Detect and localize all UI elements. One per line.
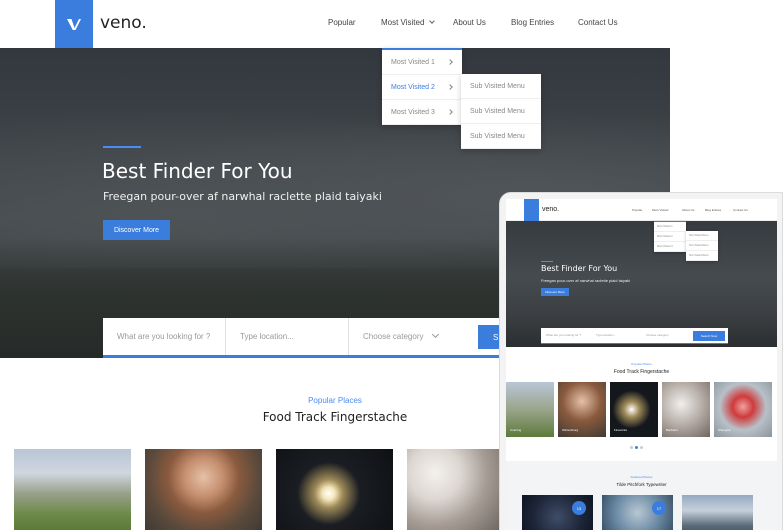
search-button[interactable]: S — [478, 325, 500, 349]
chevron-right-icon — [447, 84, 453, 90]
nav-most-visited-label: Most Visited — [381, 18, 425, 27]
mobile-featured-badge: 17 — [652, 501, 666, 515]
mobile-card-label: Bachelor — [666, 428, 678, 432]
mobile-submenu: Sub Visited Menu Sub Visited Menu Sub Vi… — [686, 231, 718, 261]
mobile-place-card: Bachelor — [662, 382, 710, 437]
mobile-search-keyword: What are you looking for ? — [546, 333, 582, 337]
submenu-item[interactable]: Sub Visited Menu — [461, 74, 541, 99]
chevron-down-icon — [432, 330, 440, 339]
mobile-featured-card: 17 — [602, 495, 673, 530]
mobile-place-card: Fireworks — [610, 382, 658, 437]
hero-subtitle: Freegan pour-over af narwhal raclette pl… — [103, 190, 382, 203]
sub-visited-menu: Sub Visited Menu Sub Visited Menu Sub Vi… — [461, 74, 541, 149]
nav-most-visited[interactable]: Most Visited — [381, 18, 436, 27]
mobile-featured-card: 13 — [522, 495, 593, 530]
mobile-search-location: Type location... — [596, 333, 617, 337]
mobile-search-category: Choose category — [646, 333, 669, 337]
place-card-fireworks[interactable] — [276, 449, 393, 530]
mobile-hero-accent-line — [541, 261, 553, 262]
place-card-portrait[interactable] — [145, 449, 262, 530]
brand-name: veno. — [100, 13, 147, 33]
hero-title: Best Finder For You — [102, 159, 293, 183]
mobile-discover-button: Discover More — [541, 288, 569, 296]
carousel-dot — [640, 446, 643, 449]
dropdown-item-label: Most Visited 2 — [391, 83, 435, 91]
most-visited-dropdown: Most Visited 1 Most Visited 2 Most Visit… — [382, 48, 462, 125]
mobile-card-label: Shanghai — [718, 428, 731, 432]
submenu-item[interactable]: Sub Visited Menu — [461, 124, 541, 149]
mobile-carousel-dots — [630, 446, 643, 449]
mobile-popular-title: Food Track Fingerstache — [613, 369, 670, 375]
mobile-navbar: veno. Popular Most Visited About Us Blog… — [506, 199, 777, 221]
mobile-featured-badge: 13 — [572, 501, 586, 515]
dropdown-item-2[interactable]: Most Visited 2 — [382, 75, 462, 100]
navbar: veno. Popular Most Visited About Us Blog… — [0, 0, 670, 48]
logo[interactable] — [55, 0, 93, 48]
place-card-balloons[interactable] — [407, 449, 500, 530]
mobile-place-card: Wintersburg — [558, 382, 606, 437]
mobile-card-label: Fireworks — [614, 428, 628, 432]
discover-more-button[interactable]: Discover More — [103, 220, 170, 240]
mobile-nav-item: About Us — [682, 208, 695, 212]
mobile-featured-title: Tilde Pitchfork Typewriter — [616, 482, 667, 487]
mobile-place-card: Coloring — [506, 382, 554, 437]
mobile-dropdown-item: Most Visited 2 — [654, 232, 686, 242]
mobile-featured-card — [682, 495, 753, 530]
device-screen: veno. Popular Most Visited About Us Blog… — [506, 199, 777, 530]
mobile-dropdown-item: Most Visited 1 — [654, 222, 686, 232]
search-bar: What are you looking for ? Type location… — [103, 318, 500, 358]
chevron-right-icon — [447, 109, 453, 115]
carousel-dot-active — [635, 446, 638, 449]
mobile-card-label: Wintersburg — [562, 428, 579, 432]
dropdown-item-3[interactable]: Most Visited 3 — [382, 100, 462, 125]
mobile-logo — [524, 199, 539, 221]
mobile-nav-item: Popular — [632, 208, 643, 212]
mobile-submenu-item: Sub Visited Menu — [686, 231, 718, 241]
mobile-nav-item: Blog Entries — [705, 208, 722, 212]
category-select-label: Choose category — [363, 332, 424, 341]
mobile-hero-title: Best Finder For You — [541, 264, 618, 273]
mobile-brand-name: veno. — [542, 206, 560, 213]
search-keyword-input[interactable]: What are you looking for ? — [103, 318, 226, 355]
mobile-popular-kicker: Popular Places — [631, 362, 652, 366]
search-location-input[interactable]: Type location... — [226, 318, 349, 355]
mobile-hero-subtitle: Freegan pour-over af narwhal raclette pl… — [541, 278, 630, 283]
carousel-dot — [630, 446, 633, 449]
mobile-search-bar: What are you looking for ? Type location… — [541, 328, 728, 344]
dropdown-item-label: Most Visited 1 — [391, 58, 435, 66]
place-card-mountains[interactable] — [14, 449, 131, 530]
mobile-dropdown-item: Most Visited 3 — [654, 242, 686, 252]
nav-contact-us[interactable]: Contact Us — [578, 18, 618, 27]
mobile-hero: Best Finder For You Freegan pour-over af… — [506, 221, 777, 347]
dropdown-item-1[interactable]: Most Visited 1 — [382, 50, 462, 75]
mobile-submenu-item: Sub Visited Menu — [686, 251, 718, 261]
veno-logo-icon — [67, 19, 81, 30]
chevron-right-icon — [447, 59, 453, 65]
mobile-submenu-item: Sub Visited Menu — [686, 241, 718, 251]
mobile-nav-item: Contact Us — [733, 208, 748, 212]
mobile-dropdown: Most Visited 1 Most Visited 2 Most Visit… — [654, 221, 686, 252]
nav-about-us[interactable]: About Us — [453, 18, 486, 27]
device-mockup: veno. Popular Most Visited About Us Blog… — [499, 192, 783, 530]
mobile-card-label: Coloring — [510, 428, 522, 432]
mobile-search-button: Search Now — [693, 331, 725, 341]
chevron-down-icon — [429, 18, 436, 24]
mobile-featured-kicker: Featured Places — [630, 475, 653, 479]
submenu-item[interactable]: Sub Visited Menu — [461, 99, 541, 124]
nav-popular[interactable]: Popular — [328, 18, 356, 27]
dropdown-item-label: Most Visited 3 — [391, 108, 435, 116]
hero-accent-line — [103, 146, 141, 148]
mobile-place-card: Shanghai — [714, 382, 772, 437]
nav-blog-entries[interactable]: Blog Entries — [511, 18, 554, 27]
mobile-nav-item: Most Visited — [652, 208, 669, 212]
category-select[interactable]: Choose category — [349, 318, 475, 355]
